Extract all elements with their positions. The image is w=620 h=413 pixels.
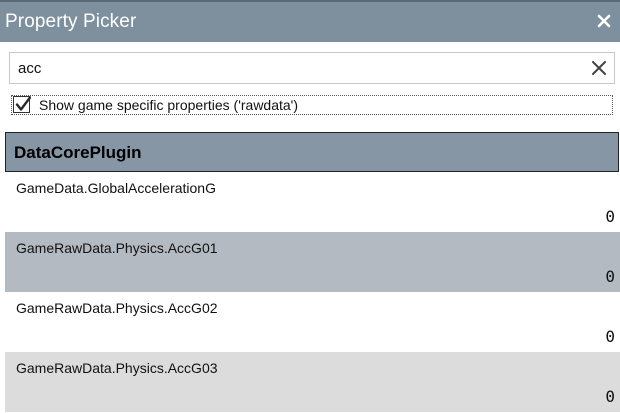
search-input[interactable] [18, 58, 578, 78]
check-mark-icon [15, 96, 31, 111]
property-value: 0 [605, 387, 615, 406]
rawdata-option[interactable]: Show game specific properties ('rawdata'… [11, 95, 613, 115]
property-row[interactable]: GameRawData.Physics.AccG02 0 [5, 292, 620, 352]
clear-icon[interactable] [592, 61, 606, 75]
property-row[interactable]: GameData.GlobalAccelerationG 0 [5, 172, 620, 232]
property-name: GameRawData.Physics.AccG02 [16, 300, 218, 316]
property-value: 0 [605, 267, 615, 286]
property-row[interactable]: GameRawData.Physics.AccG01 0 [5, 232, 620, 292]
title-bar[interactable]: Property Picker [0, 0, 620, 42]
close-icon[interactable] [597, 14, 611, 28]
window-title: Property Picker [5, 11, 137, 32]
property-value: 0 [605, 327, 615, 346]
property-name: GameData.GlobalAccelerationG [16, 180, 216, 196]
property-row[interactable]: GameRawData.Physics.AccG03 0 [5, 352, 620, 412]
property-name: GameRawData.Physics.AccG01 [16, 240, 218, 256]
property-value: 0 [605, 207, 615, 226]
group-title: DataCorePlugin [14, 143, 142, 162]
rawdata-checkbox-label[interactable]: Show game specific properties ('rawdata'… [39, 97, 298, 113]
search-field[interactable] [9, 52, 615, 84]
group-header[interactable]: DataCorePlugin [5, 132, 619, 172]
rawdata-checkbox[interactable] [13, 96, 31, 113]
property-name: GameRawData.Physics.AccG03 [16, 360, 218, 376]
property-list: GameData.GlobalAccelerationG 0 GameRawDa… [5, 172, 620, 412]
